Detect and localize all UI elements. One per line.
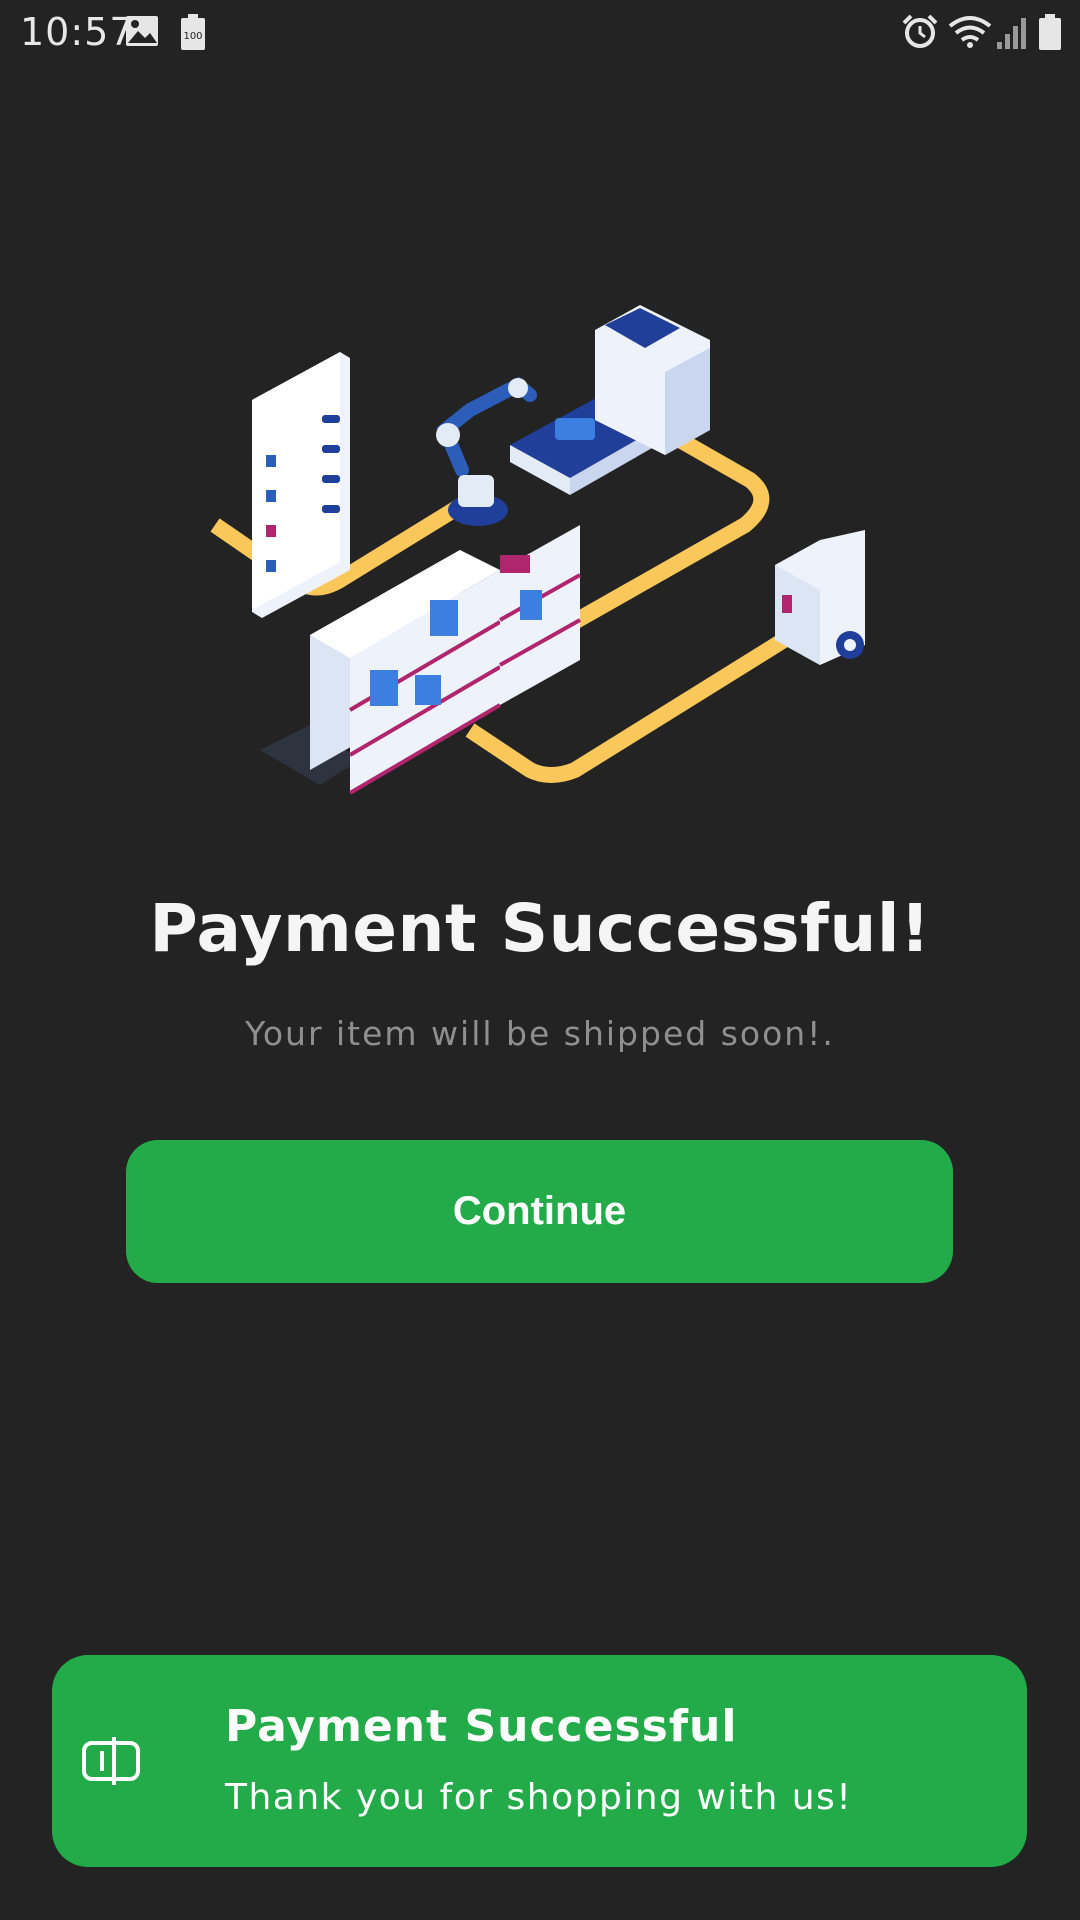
page-title: Payment Successful!: [149, 890, 931, 967]
image-icon: [126, 16, 158, 46]
battery-saver-value: 100: [183, 31, 202, 42]
warehouse-shipping-illustration: [210, 305, 865, 795]
battery-saver-icon: 100: [181, 14, 205, 50]
toast-title: Payment Successful: [225, 1701, 738, 1752]
battery-icon: [1039, 14, 1061, 50]
toast-message: Thank you for shopping with us!: [225, 1777, 853, 1818]
status-time: 10:57: [20, 10, 135, 54]
wifi-icon: [948, 16, 992, 48]
conveyor-machine-illustration: [510, 305, 710, 495]
cellular-signal-icon: [997, 18, 1026, 49]
page-subtitle: Your item will be shipped soon!.: [245, 1014, 835, 1053]
delivery-van-illustration: [775, 530, 865, 665]
success-toast[interactable]: Payment Successful Thank you for shoppin…: [52, 1655, 1027, 1867]
card-icon: [82, 1737, 140, 1785]
alarm-icon: [902, 14, 938, 48]
status-bar: 10:57 100: [0, 0, 1080, 66]
continue-button[interactable]: Continue: [126, 1140, 953, 1283]
